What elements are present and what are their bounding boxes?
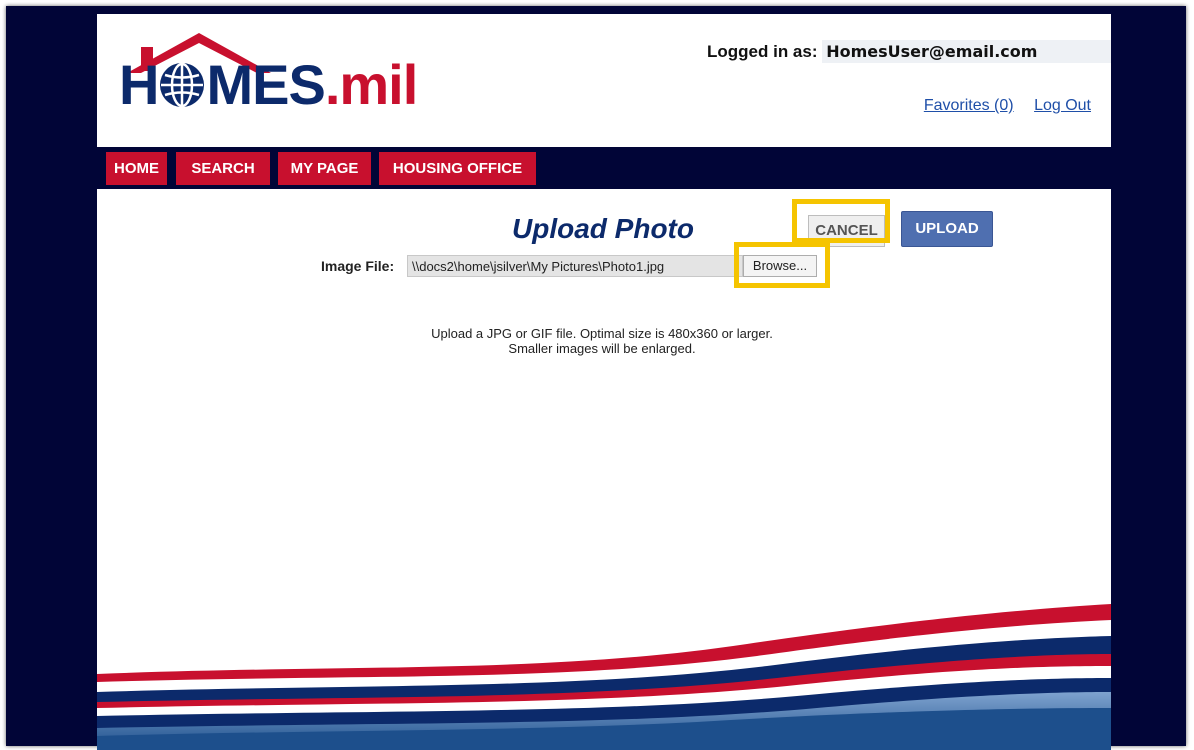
page-title: Upload Photo (512, 213, 694, 244)
upload-button[interactable]: UPLOAD (901, 211, 993, 247)
cancel-highlight-box (792, 199, 890, 243)
logo-wordmark: H MES.mil (119, 53, 418, 116)
logout-link[interactable]: Log Out (1034, 97, 1091, 114)
nav-tab-search[interactable]: SEARCH (176, 152, 270, 185)
nav-tab-home[interactable]: HOME (106, 152, 167, 185)
hint-line-1: Upload a JPG or GIF file. Optimal size i… (431, 326, 773, 341)
login-status: Logged in as: HomesUser@email.com (707, 40, 1111, 63)
nav-tab-my-page[interactable]: MY PAGE (278, 152, 371, 185)
user-email: HomesUser@email.com (822, 40, 1111, 63)
nav-tab-housing-office[interactable]: HOUSING OFFICE (379, 152, 536, 185)
image-file-label: Image File: (321, 258, 395, 274)
header-links: Favorites (0) Log Out (908, 97, 1091, 115)
page: H MES.mil Logged in as: HomesUser@email.… (97, 14, 1111, 750)
decorative-waves (97, 604, 1111, 750)
main-nav: HOME SEARCH MY PAGE HOUSING OFFICE (97, 147, 1111, 189)
hint-line-2: Smaller images will be enlarged. (508, 341, 696, 356)
header: H MES.mil Logged in as: HomesUser@email.… (97, 14, 1111, 147)
globe-icon (160, 62, 205, 108)
browse-highlight-box (734, 242, 830, 288)
favorites-link[interactable]: Favorites (0) (924, 97, 1014, 114)
image-file-input[interactable]: \\docs2\home\jsilver\My Pictures\Photo1.… (407, 255, 743, 277)
logged-in-label: Logged in as: (707, 42, 818, 61)
upload-hint: Upload a JPG or GIF file. Optimal size i… (352, 326, 852, 356)
homes-mil-logo[interactable]: H MES.mil (119, 29, 469, 119)
browser-frame: H MES.mil Logged in as: HomesUser@email.… (6, 6, 1186, 750)
